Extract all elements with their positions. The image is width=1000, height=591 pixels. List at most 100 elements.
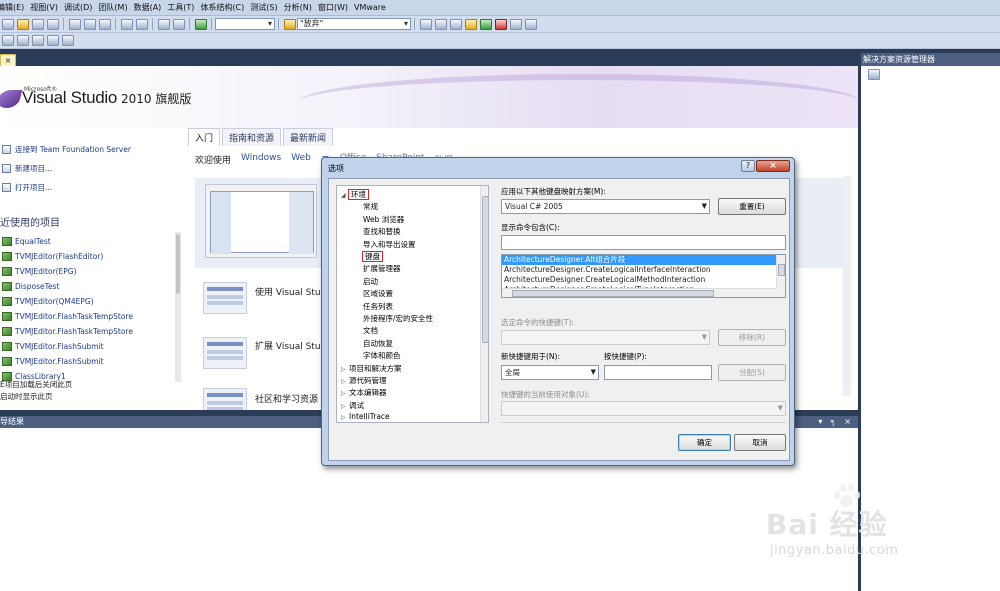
collapsed-arrow-icon[interactable]: ▷ <box>341 414 349 421</box>
tree-scrollbar[interactable] <box>480 186 488 422</box>
tree-node[interactable]: ▷ IntelliTrace <box>341 412 390 421</box>
menu-item[interactable]: 工具(T) <box>167 2 200 13</box>
align-center-icon[interactable] <box>16 35 29 46</box>
tree-node[interactable]: 任务列表 <box>363 301 393 312</box>
start-page-subtab[interactable]: Windows <box>241 153 281 166</box>
menu-item[interactable]: 数据(A) <box>134 2 168 13</box>
save-icon[interactable] <box>31 18 44 30</box>
navigate-forward-icon[interactable] <box>172 18 185 30</box>
start-debugging-icon[interactable] <box>194 18 207 30</box>
tree-node[interactable]: 字体和颜色 <box>363 350 401 361</box>
start-page-tab-close[interactable]: × <box>0 54 16 66</box>
tree-node[interactable]: 启动 <box>363 276 378 287</box>
show-on-startup-checkbox[interactable]: 启动时显示此页 <box>0 391 53 402</box>
recent-project-item[interactable]: TVMJEditor.FlashTaskTempStore <box>0 324 180 339</box>
tree-node[interactable]: 外接程序/宏的安全性 <box>363 313 433 324</box>
start-item-link[interactable]: 扩展 Visual Stud <box>255 339 326 352</box>
start-page-subtab[interactable]: 欢迎使用 <box>195 153 231 166</box>
close-button[interactable]: × <box>756 160 790 172</box>
size-to-grid-icon[interactable] <box>46 35 59 46</box>
navigate-backward-icon[interactable] <box>157 18 170 30</box>
start-page-icon[interactable] <box>479 18 492 30</box>
start-action-link[interactable]: 连接到 Team Foundation Server <box>0 140 180 159</box>
command-window-icon[interactable] <box>509 18 522 30</box>
list-horizontal-scrollbar[interactable] <box>502 288 777 297</box>
object-browser-icon[interactable] <box>449 18 462 30</box>
toolbox-icon[interactable] <box>464 18 477 30</box>
tree-node[interactable]: 键盘 <box>362 251 383 262</box>
start-page-scrollbar[interactable] <box>843 176 851 396</box>
tree-node[interactable]: ◢ 环境 <box>341 189 369 200</box>
find-in-files-icon[interactable] <box>283 18 296 30</box>
start-page-tab[interactable]: 入门 <box>188 128 221 146</box>
recent-scrollbar[interactable] <box>175 232 181 382</box>
new-project-icon[interactable] <box>1 18 14 30</box>
start-page-tab[interactable]: 最新新闻 <box>283 128 334 146</box>
tree-node[interactable]: 导入和导出设置 <box>363 239 416 250</box>
close-after-load-checkbox[interactable]: E项目加载后关闭此页 <box>0 379 72 390</box>
commands-list[interactable]: ArchitectureDesigner.Alt组合片段 Architecture… <box>501 254 786 298</box>
collapsed-arrow-icon[interactable]: ▷ <box>341 378 349 385</box>
command-list-item[interactable]: ArchitectureDesigner.CreateLogicalInterf… <box>502 265 785 275</box>
recent-project-item[interactable]: TVMJEditor.FlashTaskTempStore <box>0 309 180 324</box>
collapsed-arrow-icon[interactable]: ▷ <box>341 390 349 397</box>
tree-node[interactable]: ▷ 项目和解决方案 <box>341 363 402 374</box>
properties-icon[interactable] <box>434 18 447 30</box>
press-keys-input[interactable] <box>604 365 712 380</box>
start-action-link[interactable]: 新建项目... <box>0 159 180 178</box>
menu-item[interactable]: VMware <box>354 3 392 12</box>
assign-button[interactable]: 分配(S) <box>718 364 786 381</box>
tree-node[interactable]: ▷ 文本编辑器 <box>341 387 387 398</box>
command-list-item[interactable]: ArchitectureDesigner.Alt组合片段 <box>502 255 785 265</box>
menu-item[interactable]: 窗口(W) <box>318 2 354 13</box>
menu-item[interactable]: 团队(M) <box>98 2 133 13</box>
start-action-link[interactable]: 打开项目... <box>0 178 180 197</box>
recent-project-item[interactable]: TVMJEditor(FlashEditor) <box>0 249 180 264</box>
currently-used-combo[interactable]: ▼ <box>501 401 786 416</box>
collapsed-arrow-icon[interactable]: ▷ <box>341 366 349 373</box>
tree-node[interactable]: 查找和替换 <box>363 226 401 237</box>
recent-project-item[interactable]: TVMJEditor.FlashSubmit <box>0 354 180 369</box>
open-folder-icon[interactable] <box>16 18 29 30</box>
expanded-arrow-icon[interactable]: ◢ <box>341 192 349 199</box>
ok-button[interactable]: 确定 <box>678 434 731 451</box>
start-item-link[interactable]: 使用 Visual Stud <box>255 285 326 298</box>
align-left-icon[interactable] <box>1 35 14 46</box>
recent-project-item[interactable]: DisposeTest <box>0 279 180 294</box>
undo-icon[interactable] <box>120 18 133 30</box>
recent-project-item[interactable]: EqualTest <box>0 234 180 249</box>
reset-button[interactable]: 重置(E) <box>718 198 786 215</box>
tree-node[interactable]: ▷ 调试 <box>341 400 364 411</box>
menu-item[interactable]: 体系结构(C) <box>200 2 250 13</box>
extension-manager-icon[interactable] <box>494 18 507 30</box>
solution-config-combo[interactable] <box>215 18 275 30</box>
list-vertical-scrollbar[interactable] <box>776 255 785 297</box>
redo-icon[interactable] <box>135 18 148 30</box>
recent-project-item[interactable]: TVMJEditor(QM4EPG) <box>0 294 180 309</box>
toolbar-options-icon[interactable] <box>61 35 74 46</box>
tree-node[interactable]: 常规 <box>363 201 378 212</box>
selected-shortcut-combo[interactable]: ▼ <box>501 330 710 345</box>
tree-node[interactable]: 文档 <box>363 325 378 336</box>
command-list-item[interactable]: ArchitectureDesigner.CreateLogicalMethod… <box>502 275 785 285</box>
collapsed-arrow-icon[interactable]: ▷ <box>341 403 349 410</box>
tree-node[interactable]: 扩展管理器 <box>363 263 401 274</box>
output-window-buttons[interactable]: ▾ ╕ × <box>818 416 854 428</box>
welcome-thumbnail[interactable] <box>205 184 317 258</box>
align-right-icon[interactable] <box>31 35 44 46</box>
menu-item[interactable]: 视图(V) <box>30 2 64 13</box>
save-all-icon[interactable] <box>46 18 59 30</box>
start-page-tab[interactable]: 指南和资源 <box>222 128 282 146</box>
remove-button[interactable]: 移除(R) <box>718 329 786 346</box>
show-commands-input[interactable] <box>501 235 786 250</box>
menu-item[interactable]: 编辑(E) <box>0 2 30 13</box>
start-page-subtab[interactable]: Web <box>291 153 311 166</box>
cut-icon[interactable] <box>68 18 81 30</box>
menu-item[interactable]: 测试(S) <box>250 2 283 13</box>
solution-explorer-icon[interactable] <box>419 18 432 30</box>
toolbar-options-icon[interactable] <box>524 18 537 30</box>
tree-node[interactable]: Web 浏览器 <box>363 214 404 225</box>
help-button[interactable]: ? <box>741 160 755 172</box>
recent-project-item[interactable]: TVMJEditor.FlashSubmit <box>0 339 180 354</box>
recent-project-item[interactable]: TVMJEditor(EPG) <box>0 264 180 279</box>
